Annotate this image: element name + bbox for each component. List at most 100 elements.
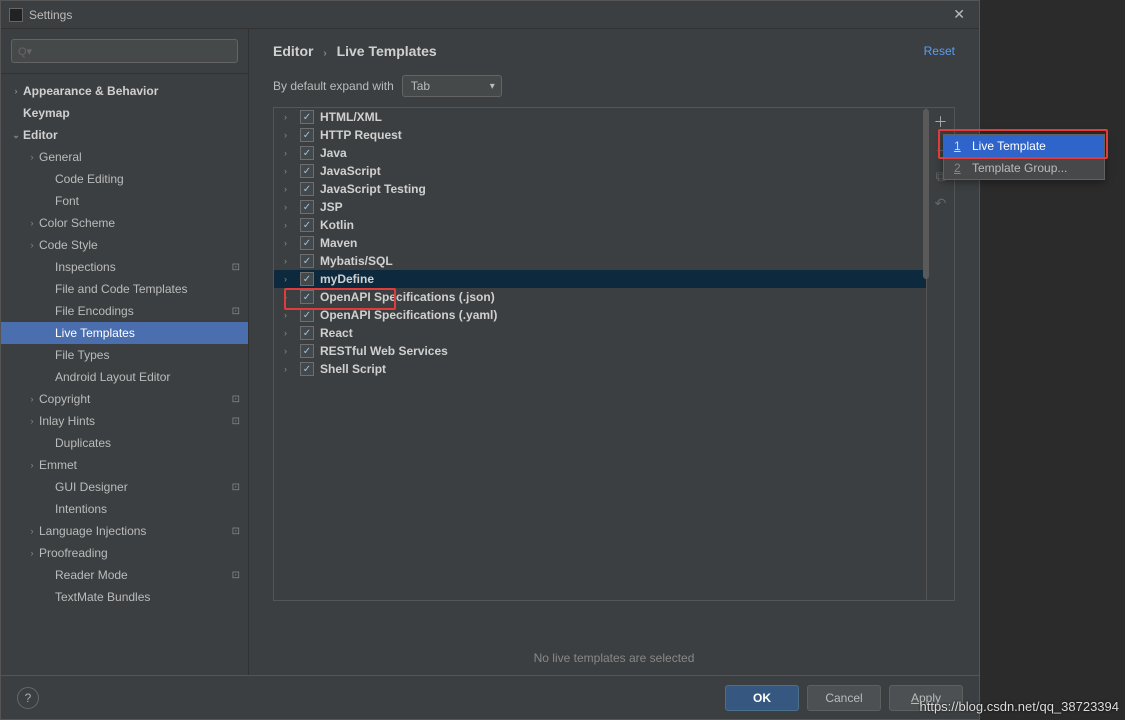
checkbox[interactable]: ✓ <box>300 200 314 214</box>
sidebar-item-editor[interactable]: ⌄Editor <box>1 124 248 146</box>
template-list[interactable]: ›✓HTML/XML›✓HTTP Request›✓Java›✓JavaScri… <box>274 108 926 600</box>
sidebar-item-file-and-code-templates[interactable]: File and Code Templates <box>1 278 248 300</box>
template-group-maven[interactable]: ›✓Maven <box>274 234 926 252</box>
template-group-react[interactable]: ›✓React <box>274 324 926 342</box>
scope-badge-icon: ⊡ <box>232 526 240 537</box>
main-panel: Editor › Live Templates Reset By default… <box>249 29 979 675</box>
add-context-menu[interactable]: 1Live Template2Template Group... <box>943 134 1105 180</box>
scope-badge-icon: ⊡ <box>232 570 240 581</box>
sidebar-item-duplicates[interactable]: Duplicates <box>1 432 248 454</box>
context-item-template-group-[interactable]: 2Template Group... <box>944 157 1104 179</box>
checkbox[interactable]: ✓ <box>300 272 314 286</box>
sidebar-item-appearance-behavior[interactable]: ›Appearance & Behavior <box>1 80 248 102</box>
expand-label: By default expand with <box>273 79 394 93</box>
checkbox[interactable]: ✓ <box>300 164 314 178</box>
chevron-right-icon: › <box>284 256 294 266</box>
sidebar-item-emmet[interactable]: ›Emmet <box>1 454 248 476</box>
checkbox[interactable]: ✓ <box>300 254 314 268</box>
chevron-icon: › <box>25 460 39 470</box>
sidebar-item-language-injections[interactable]: ›Language Injections⊡ <box>1 520 248 542</box>
checkbox[interactable]: ✓ <box>300 344 314 358</box>
titlebar: Settings ✕ <box>1 1 979 29</box>
scope-badge-icon: ⊡ <box>232 394 240 405</box>
sidebar-item-textmate-bundles[interactable]: TextMate Bundles <box>1 586 248 608</box>
checkbox[interactable]: ✓ <box>300 128 314 142</box>
window-title: Settings <box>29 8 72 22</box>
checkbox[interactable]: ✓ <box>300 362 314 376</box>
undo-icon[interactable]: ↶ <box>935 195 947 212</box>
template-group-http-request[interactable]: ›✓HTTP Request <box>274 126 926 144</box>
sidebar-item-copyright[interactable]: ›Copyright⊡ <box>1 388 248 410</box>
chevron-icon: › <box>25 240 39 250</box>
expand-with-dropdown[interactable]: Tab <box>402 75 502 97</box>
chevron-right-icon: › <box>284 238 294 248</box>
context-item-live-template[interactable]: 1Live Template <box>944 135 1104 157</box>
breadcrumb: Editor › Live Templates <box>273 43 437 59</box>
checkbox[interactable]: ✓ <box>300 218 314 232</box>
checkbox[interactable]: ✓ <box>300 146 314 160</box>
sidebar-item-proofreading[interactable]: ›Proofreading <box>1 542 248 564</box>
checkbox[interactable]: ✓ <box>300 326 314 340</box>
chevron-icon: › <box>25 394 39 404</box>
checkbox[interactable]: ✓ <box>300 290 314 304</box>
chevron-right-icon: › <box>284 220 294 230</box>
sidebar-item-reader-mode[interactable]: Reader Mode⊡ <box>1 564 248 586</box>
sidebar-item-general[interactable]: ›General <box>1 146 248 168</box>
template-group-kotlin[interactable]: ›✓Kotlin <box>274 216 926 234</box>
scope-badge-icon: ⊡ <box>232 306 240 317</box>
chevron-right-icon: › <box>284 166 294 176</box>
chevron-right-icon: › <box>284 112 294 122</box>
sidebar-item-inlay-hints[interactable]: ›Inlay Hints⊡ <box>1 410 248 432</box>
template-group-javascript-testing[interactable]: ›✓JavaScript Testing <box>274 180 926 198</box>
sidebar-item-android-layout-editor[interactable]: Android Layout Editor <box>1 366 248 388</box>
checkbox[interactable]: ✓ <box>300 308 314 322</box>
sidebar-item-inspections[interactable]: Inspections⊡ <box>1 256 248 278</box>
chevron-icon: › <box>9 86 23 96</box>
help-button[interactable]: ? <box>17 687 39 709</box>
search-input[interactable] <box>11 39 238 63</box>
template-group-jsp[interactable]: ›✓JSP <box>274 198 926 216</box>
template-group-mydefine[interactable]: ›✓myDefine <box>274 270 926 288</box>
checkbox[interactable]: ✓ <box>300 182 314 196</box>
chevron-icon: ⌄ <box>9 130 23 141</box>
sidebar-item-file-types[interactable]: File Types <box>1 344 248 366</box>
chevron-icon: › <box>25 152 39 162</box>
template-group-restful-web-services[interactable]: ›✓RESTful Web Services <box>274 342 926 360</box>
checkbox[interactable]: ✓ <box>300 110 314 124</box>
template-list-area: ›✓HTML/XML›✓HTTP Request›✓Java›✓JavaScri… <box>273 107 955 601</box>
template-group-openapi-specifications-yaml-[interactable]: ›✓OpenAPI Specifications (.yaml) <box>274 306 926 324</box>
chevron-right-icon: › <box>284 364 294 374</box>
template-group-html-xml[interactable]: ›✓HTML/XML <box>274 108 926 126</box>
chevron-right-icon: › <box>284 202 294 212</box>
close-icon[interactable]: ✕ <box>947 4 971 25</box>
chevron-icon: › <box>25 526 39 536</box>
scrollbar-thumb[interactable] <box>923 109 929 279</box>
sidebar: ›Appearance & BehaviorKeymap⌄Editor›Gene… <box>1 29 249 675</box>
sidebar-item-live-templates[interactable]: Live Templates <box>1 322 248 344</box>
chevron-right-icon: › <box>284 292 294 302</box>
empty-message: No live templates are selected <box>249 611 979 675</box>
settings-tree[interactable]: ›Appearance & BehaviorKeymap⌄Editor›Gene… <box>1 74 248 614</box>
chevron-icon: › <box>25 548 39 558</box>
reset-link[interactable]: Reset <box>924 44 955 58</box>
sidebar-item-color-scheme[interactable]: ›Color Scheme <box>1 212 248 234</box>
sidebar-item-code-style[interactable]: ›Code Style <box>1 234 248 256</box>
sidebar-item-font[interactable]: Font <box>1 190 248 212</box>
template-group-mybatis-sql[interactable]: ›✓Mybatis/SQL <box>274 252 926 270</box>
sidebar-item-intentions[interactable]: Intentions <box>1 498 248 520</box>
template-group-java[interactable]: ›✓Java <box>274 144 926 162</box>
checkbox[interactable]: ✓ <box>300 236 314 250</box>
template-group-javascript[interactable]: ›✓JavaScript <box>274 162 926 180</box>
ok-button[interactable]: OK <box>725 685 799 711</box>
sidebar-item-gui-designer[interactable]: GUI Designer⊡ <box>1 476 248 498</box>
scope-badge-icon: ⊡ <box>232 482 240 493</box>
sidebar-item-keymap[interactable]: Keymap <box>1 102 248 124</box>
app-icon <box>9 8 23 22</box>
sidebar-item-code-editing[interactable]: Code Editing <box>1 168 248 190</box>
cancel-button[interactable]: Cancel <box>807 685 881 711</box>
chevron-right-icon: › <box>284 184 294 194</box>
template-group-openapi-specifications-json-[interactable]: ›✓OpenAPI Specifications (.json) <box>274 288 926 306</box>
sidebar-item-file-encodings[interactable]: File Encodings⊡ <box>1 300 248 322</box>
add-icon[interactable]: ＋ <box>934 112 948 132</box>
template-group-shell-script[interactable]: ›✓Shell Script <box>274 360 926 378</box>
